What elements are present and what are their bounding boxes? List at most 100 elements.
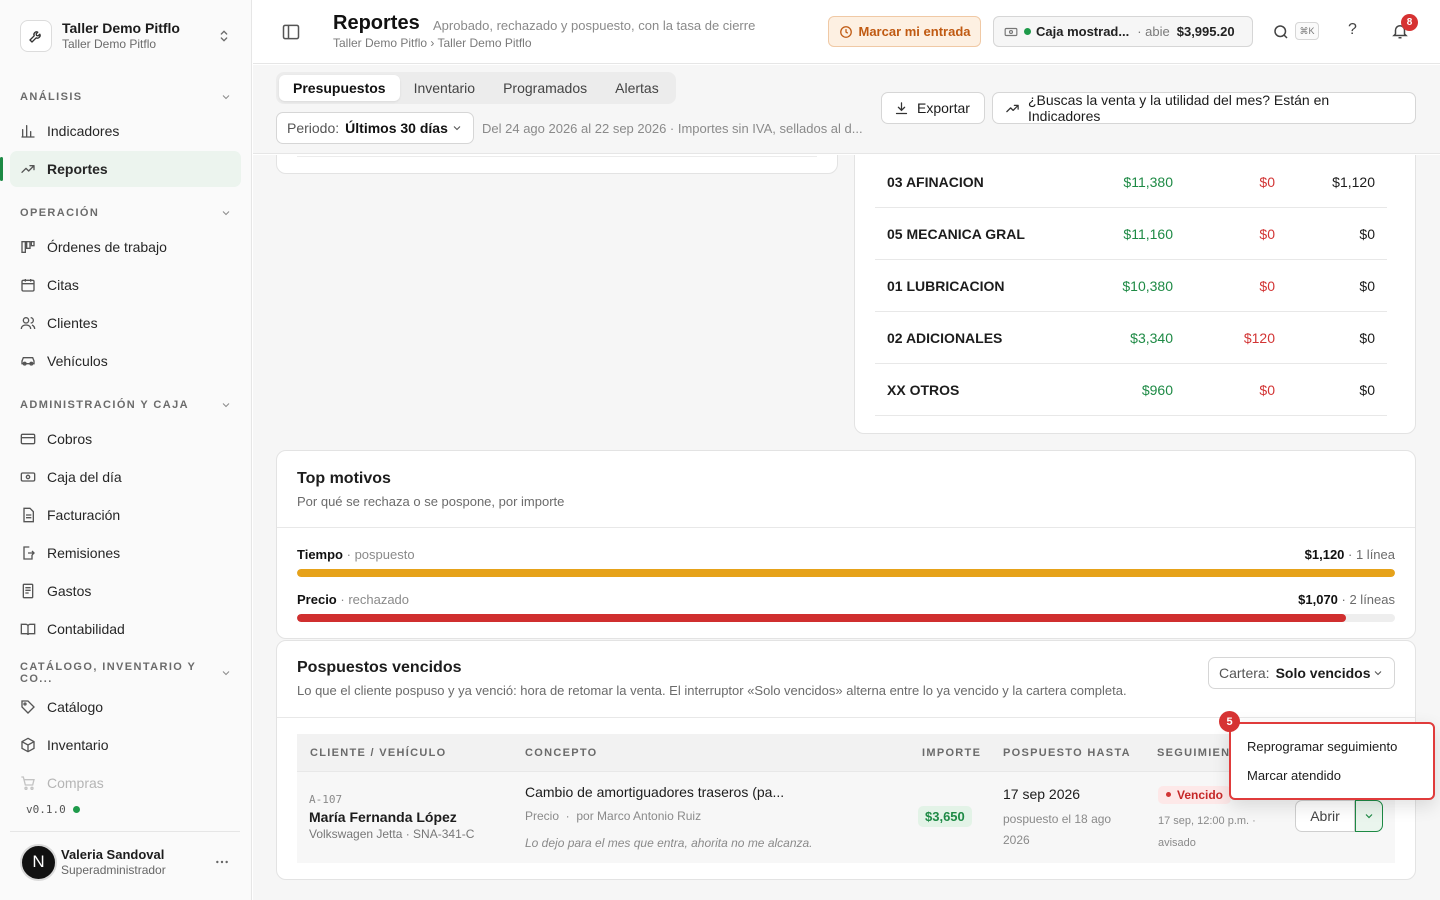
concept: Cambio de amortiguadores traseros (pa... (525, 784, 785, 800)
export-label: Exportar (917, 100, 970, 116)
section-analisis[interactable]: ANÁLISIS (20, 87, 232, 107)
rejected-amount: $0 (1259, 381, 1275, 398)
sidebar-item-citas[interactable]: Citas (10, 267, 241, 303)
report-toolbar: Presupuestos Inventario Programados Aler… (253, 65, 1440, 154)
credit-card-icon (20, 431, 36, 447)
chevron-down-icon (220, 667, 232, 679)
motivo-count: · 1 línea (1344, 547, 1395, 562)
motivo-row[interactable]: Precio · rechazado $1,070 · 2 líneas (297, 592, 1395, 622)
postponed-amount: $0 (1359, 381, 1375, 398)
category-name: XX OTROS (887, 381, 960, 398)
trending-up-icon (20, 161, 36, 177)
sidebar-item-label: Vehículos (47, 353, 108, 369)
motivo-row[interactable]: Tiempo · pospuesto $1,120 · 1 línea (297, 547, 1395, 577)
section-label: ADMINISTRACIÓN Y CAJA (20, 399, 189, 411)
rejected-amount: $0 (1259, 173, 1275, 190)
version-indicator: v0.1.0 (26, 803, 80, 816)
sidebar-item-cobros[interactable]: Cobros (10, 421, 241, 457)
search-icon[interactable] (1272, 23, 1290, 41)
date-range-note: Del 24 ago 2026 al 22 sep 2026 · Importe… (482, 121, 863, 136)
motivo-bar-fill (297, 614, 1346, 622)
status-dot (72, 806, 80, 813)
more-horizontal-icon[interactable] (214, 854, 230, 870)
wrench-icon (20, 20, 52, 52)
motivo-amount: $1,120 (1304, 547, 1345, 562)
sidebar-item-remisiones[interactable]: Remisiones (10, 535, 241, 571)
help-icon[interactable]: ? (1348, 21, 1357, 39)
menu-item-reprogramar[interactable]: Reprogramar seguimiento (1247, 739, 1397, 754)
workspace-switcher[interactable]: Taller Demo Pitflo Taller Demo Pitflo (10, 10, 242, 62)
report-tabs: Presupuestos Inventario Programados Aler… (276, 72, 676, 104)
page-description: Aprobado, rechazado y pospuesto, con la … (433, 18, 756, 33)
table-row[interactable]: 02 ADICIONALES $3,340 $120 $0 (875, 312, 1387, 364)
sidebar-item-clientes[interactable]: Clientes (10, 305, 241, 341)
sidebar-item-compras[interactable]: Compras (10, 765, 241, 801)
client-note: Lo dejo para el mes que entra, ahorita n… (525, 836, 813, 850)
sidebar-item-catalogo[interactable]: Catálogo (10, 689, 241, 725)
sidebar-toggle-icon[interactable] (281, 22, 301, 42)
open-button[interactable]: Abrir (1295, 800, 1355, 832)
sidebar-item-gastos[interactable]: Gastos (10, 573, 241, 609)
sidebar-item-vehiculos[interactable]: Vehículos (10, 343, 241, 379)
sidebar-item-reportes[interactable]: Reportes (0, 151, 241, 187)
column-header[interactable]: CLIENTE / VEHÍCULO (310, 747, 446, 759)
menu-item-marcar-atendido[interactable]: Marcar atendido (1247, 768, 1341, 783)
table-row[interactable]: 01 LUBRICACION $10,380 $0 $0 (875, 260, 1387, 312)
sidebar-item-label: Remisiones (47, 545, 121, 561)
chevron-down-icon (220, 399, 232, 411)
clock-in-button[interactable]: Marcar mi entrada (828, 16, 981, 47)
concept-meta: Precio · por Marco Antonio Ruiz (525, 809, 702, 823)
cash-register-status: · abie (1137, 24, 1170, 39)
car-icon (20, 353, 36, 369)
column-header[interactable]: IMPORTE (922, 747, 981, 759)
postponed-amount: $0 (1359, 329, 1375, 346)
cash-register-amount: $3,995.20 (1176, 24, 1235, 39)
table-row[interactable]: 05 MECANICA GRAL $11,160 $0 $0 (875, 208, 1387, 260)
calendar-icon (20, 277, 36, 293)
amount-pill: $3,650 (918, 806, 972, 827)
status-dot (1024, 28, 1031, 35)
user-name: Valeria Sandoval (61, 846, 165, 862)
divider (277, 527, 1415, 528)
sidebar-item-label: Facturación (47, 507, 121, 523)
tab-inventario[interactable]: Inventario (400, 75, 489, 101)
sidebar-item-indicadores[interactable]: Indicadores (10, 113, 241, 149)
category-name: 02 ADICIONALES (887, 329, 1003, 346)
sidebar-item-label: Clientes (47, 315, 98, 331)
breadcrumb[interactable]: Taller Demo Pitflo › Taller Demo Pitflo (333, 36, 532, 50)
user-menu[interactable]: N Valeria Sandoval Superadministrador (20, 842, 242, 882)
sidebar-item-label: Gastos (47, 583, 92, 599)
cartera-toggle[interactable]: Cartera: Solo vencidos (1208, 657, 1395, 689)
sidebar-item-label: Cobros (47, 431, 93, 447)
table-row[interactable]: XX OTROS $960 $0 $0 (875, 364, 1387, 416)
category-name: 01 LUBRICACION (887, 277, 1005, 294)
cash-register-selector[interactable]: Caja mostrad... · abie $3,995.20 (993, 16, 1253, 47)
column-header[interactable]: CONCEPTO (525, 747, 598, 759)
actions-dropdown-button[interactable] (1355, 800, 1383, 832)
sidebar-item-inventario[interactable]: Inventario (10, 727, 241, 763)
section-administracion[interactable]: ADMINISTRACIÓN Y CAJA (20, 395, 232, 415)
package-icon (20, 737, 36, 753)
rejected-amount: $0 (1259, 225, 1275, 242)
tab-programados[interactable]: Programados (489, 75, 601, 101)
sidebar-item-contabilidad[interactable]: Contabilidad (10, 611, 241, 647)
indicadores-link-button[interactable]: ¿Buscas la venta y la utilidad del mes? … (992, 92, 1416, 124)
sidebar: Taller Demo Pitflo Taller Demo Pitflo AN… (0, 0, 252, 900)
cartera-label: Cartera: (1219, 665, 1270, 681)
sidebar-item-caja[interactable]: Caja del día (10, 459, 241, 495)
tab-alertas[interactable]: Alertas (601, 75, 673, 101)
section-catalogo[interactable]: CATÁLOGO, INVENTARIO Y CO... (20, 661, 232, 685)
tab-presupuestos[interactable]: Presupuestos (279, 75, 400, 101)
sidebar-item-ordenes[interactable]: Órdenes de trabajo (10, 229, 241, 265)
approved-amount: $10,380 (1122, 277, 1173, 294)
section-operacion[interactable]: OPERACIÓN (20, 203, 232, 223)
motivo-type: rechazado (348, 592, 410, 607)
export-button[interactable]: Exportar (881, 92, 985, 124)
table-row[interactable]: 03 AFINACION $11,380 $0 $1,120 (875, 156, 1387, 208)
period-select[interactable]: Periodo: Últimos 30 días (276, 112, 474, 144)
rejected-amount: $0 (1259, 277, 1275, 294)
sidebar-item-facturacion[interactable]: Facturación (10, 497, 241, 533)
column-header[interactable]: POSPUESTO HASTA (1003, 747, 1131, 759)
kanban-icon (20, 239, 36, 255)
client-name[interactable]: María Fernanda López (309, 809, 457, 825)
